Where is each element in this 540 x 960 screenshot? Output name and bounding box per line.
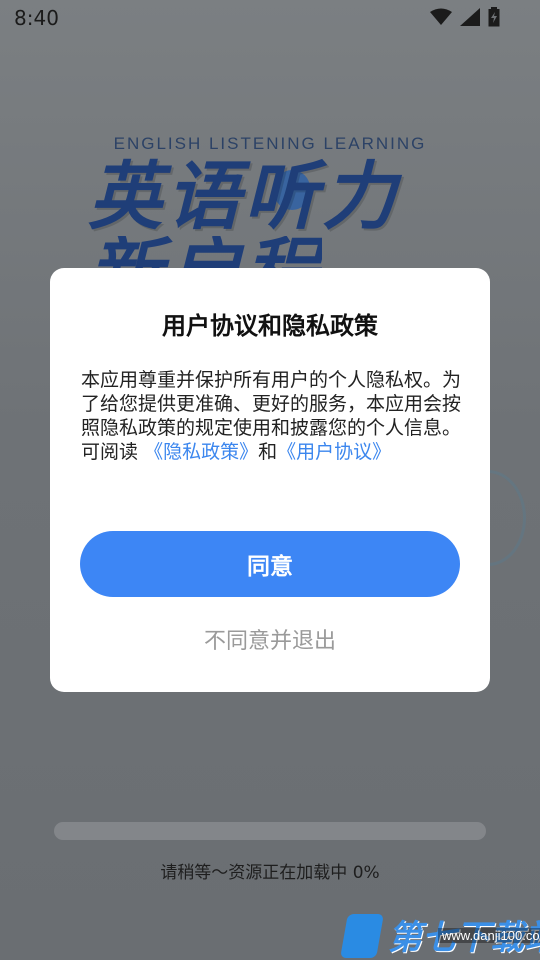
conjunction-text: 和 xyxy=(258,441,278,463)
read-prefix: 可阅读 xyxy=(81,441,139,463)
dialog-title: 用户协议和隐私政策 xyxy=(162,312,378,340)
status-bar: 8:40 xyxy=(0,0,540,36)
signal-icon xyxy=(460,8,480,26)
dialog-body-text: 本应用尊重并保护所有用户的个人隐私权。为了给您提供更准确、更好的服务，本应用会按… xyxy=(81,369,462,439)
decline-exit-button[interactable]: 不同意并退出 xyxy=(50,622,490,656)
privacy-policy-link[interactable]: 《隐私政策》 xyxy=(144,441,258,463)
privacy-dialog: 用户协议和隐私政策 本应用尊重并保护所有用户的个人隐私权。为了给您提供更准确、更… xyxy=(50,268,490,692)
wifi-icon xyxy=(430,8,452,25)
agree-button[interactable]: 同意 xyxy=(80,531,460,597)
dialog-body: 本应用尊重并保护所有用户的个人隐私权。为了给您提供更准确、更好的服务，本应用会按… xyxy=(81,368,461,464)
watermark: 第七下载站 www.danji100.com xyxy=(340,910,540,960)
user-agreement-link[interactable]: 《用户协议》 xyxy=(277,441,391,463)
status-icons xyxy=(430,7,500,27)
watermark-logo-icon xyxy=(340,914,384,958)
dialog-links-line: 可阅读 《隐私政策》和《用户协议》 xyxy=(81,440,461,464)
loading-progress-bar xyxy=(54,822,486,840)
loading-status-text: 请稍等～资源正在加载中 0% xyxy=(160,863,380,883)
splash-title: 英语听力 xyxy=(88,154,400,240)
splash-subtitle-en: ENGLISH LISTENING LEARNING xyxy=(113,134,427,153)
battery-icon xyxy=(488,7,500,27)
watermark-url: www.danji100.com xyxy=(438,928,540,943)
status-time: 8:40 xyxy=(14,6,59,30)
